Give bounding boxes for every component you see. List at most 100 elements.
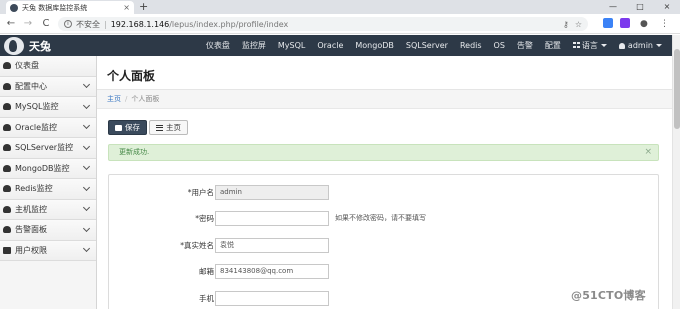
- nav-mongodb[interactable]: MongoDB: [349, 41, 400, 50]
- brand[interactable]: 天兔: [4, 35, 51, 56]
- alert-message: 更新成功.: [119, 148, 150, 156]
- dashboard-icon: [3, 185, 11, 193]
- dashboard-icon: [3, 123, 11, 131]
- window-close-button[interactable]: ×: [654, 0, 680, 14]
- nav-config[interactable]: 配置: [539, 40, 567, 51]
- new-tab-button[interactable]: +: [139, 0, 148, 14]
- chevron-down-icon: [82, 245, 91, 253]
- alert-close-icon[interactable]: ×: [644, 145, 652, 160]
- password-label: *密码: [195, 214, 214, 223]
- breadcrumb-home-link[interactable]: 主页: [107, 95, 121, 103]
- page-scrollbar[interactable]: [672, 35, 680, 309]
- dashboard-icon: [3, 103, 11, 111]
- sidebar-item-config-center[interactable]: 配置中心: [0, 76, 96, 97]
- watermark: @51CTO博客: [571, 289, 646, 302]
- home-button[interactable]: 主页: [149, 120, 188, 135]
- reload-button[interactable]: C: [39, 17, 53, 31]
- language-label: 语言: [581, 41, 598, 50]
- sidebar-item-dashboard[interactable]: 仪表盘: [0, 56, 96, 77]
- sidebar-item-host[interactable]: 主机监控: [0, 199, 96, 220]
- forward-button[interactable]: →: [21, 17, 35, 31]
- chevron-down-icon: [82, 224, 91, 232]
- nav-monitor-screen[interactable]: 监控屏: [236, 40, 272, 51]
- username-field[interactable]: admin: [215, 185, 329, 200]
- success-alert: 更新成功. ×: [108, 144, 659, 161]
- dashboard-icon: [3, 144, 11, 152]
- nav-dashboard[interactable]: 仪表盘: [200, 40, 236, 51]
- address-bar[interactable]: i 不安全 | 192.168.1.146 /lepus/index.php/p…: [58, 17, 588, 31]
- profile-avatar-icon[interactable]: ●: [640, 17, 648, 31]
- nav-sqlserver[interactable]: SQLServer: [400, 41, 454, 50]
- nav-redis[interactable]: Redis: [454, 41, 488, 50]
- sidebar-item-sqlserver[interactable]: SQLServer监控: [0, 138, 96, 159]
- key-icon[interactable]: ⚷: [563, 20, 569, 29]
- sidebar-item-label: 告警面板: [15, 225, 47, 235]
- url-path: /lepus/index.php/profile/index: [169, 19, 289, 29]
- nav-mysql[interactable]: MySQL: [272, 41, 311, 50]
- dashboard-icon: [3, 205, 11, 213]
- sidebar: 仪表盘 配置中心 MySQL监控 Oracle监控 SQLServer监控 Mo…: [0, 56, 97, 309]
- save-button-label: 保存: [125, 123, 140, 132]
- email-field[interactable]: 834143808@qq.com: [215, 264, 329, 279]
- language-menu[interactable]: 语言: [567, 40, 613, 51]
- dashboard-icon: [3, 226, 11, 234]
- chevron-down-icon: [82, 101, 91, 109]
- user-icon: [618, 42, 625, 49]
- sidebar-item-label: MongoDB监控: [15, 163, 70, 173]
- sidebar-item-oracle[interactable]: Oracle监控: [0, 117, 96, 138]
- nav-alarm[interactable]: 告警: [511, 40, 539, 51]
- form-row-realname: *真实姓名 袁悦: [109, 238, 658, 253]
- user-menu[interactable]: admin: [613, 41, 668, 50]
- save-button[interactable]: 保存: [108, 120, 147, 135]
- chevron-down-icon: [82, 183, 91, 191]
- extension-shield-icon[interactable]: [620, 18, 630, 28]
- info-icon[interactable]: i: [64, 20, 72, 28]
- realname-field[interactable]: 袁悦: [215, 238, 329, 253]
- app-navbar: 天兔 仪表盘 监控屏 MySQL Oracle MongoDB SQLServe…: [0, 35, 672, 56]
- window-maximize-button[interactable]: □: [627, 0, 653, 14]
- chevron-down-icon: [82, 122, 91, 130]
- url-host: 192.168.1.146: [110, 19, 170, 29]
- save-icon: [115, 124, 122, 131]
- sidebar-item-redis[interactable]: Redis监控: [0, 179, 96, 200]
- sidebar-item-label: 仪表盘: [15, 61, 39, 71]
- form-row-username: *用户名 admin: [109, 185, 658, 200]
- user-name: admin: [627, 41, 653, 50]
- password-help-text: 如果不修改密码，请不要填写: [335, 214, 426, 222]
- chevron-down-icon: [82, 142, 91, 150]
- nav-oracle[interactable]: Oracle: [311, 41, 349, 50]
- mobile-field[interactable]: [215, 291, 329, 306]
- chevron-down-icon: [82, 204, 91, 212]
- scrollbar-thumb[interactable]: [674, 49, 680, 129]
- favicon-icon: [10, 3, 18, 12]
- rabbit-logo-icon: [4, 36, 24, 55]
- brand-name: 天兔: [29, 39, 51, 53]
- breadcrumb-separator: /: [125, 95, 128, 103]
- extension-icon[interactable]: [603, 18, 613, 28]
- tab-title: 天兔 数据库监控系统: [22, 3, 88, 12]
- dashboard-icon: [3, 82, 11, 90]
- browser-menu-icon[interactable]: ⋮: [660, 17, 669, 31]
- sidebar-item-label: Oracle监控: [15, 122, 58, 132]
- sidebar-item-mysql[interactable]: MySQL监控: [0, 97, 96, 118]
- sidebar-item-alarm-panel[interactable]: 告警面板: [0, 220, 96, 241]
- password-field[interactable]: [215, 211, 329, 226]
- chevron-down-icon: [82, 163, 91, 171]
- sidebar-item-label: SQLServer监控: [15, 143, 74, 153]
- tab-close-icon[interactable]: ×: [123, 3, 130, 12]
- browser-tab[interactable]: 天兔 数据库监控系统 ×: [6, 1, 134, 14]
- email-label: 邮箱: [199, 267, 214, 276]
- sidebar-item-mongodb[interactable]: MongoDB监控: [0, 158, 96, 179]
- dashboard-icon: [3, 164, 11, 172]
- breadcrumb: 主页 / 个人面板: [97, 90, 672, 109]
- back-button[interactable]: ←: [4, 17, 18, 31]
- form-row-password: *密码 如果不修改密码，请不要填写: [109, 211, 658, 226]
- breadcrumb-current: 个人面板: [131, 95, 160, 103]
- nav-os[interactable]: OS: [488, 41, 511, 50]
- sidebar-item-label: 配置中心: [15, 81, 47, 91]
- sidebar-item-label: 主机监控: [15, 204, 47, 214]
- sidebar-item-user-permissions[interactable]: 用户权限: [0, 240, 96, 261]
- window-minimize-button[interactable]: —: [600, 0, 626, 14]
- sidebar-item-label: MySQL监控: [15, 102, 59, 112]
- bookmark-star-icon[interactable]: ☆: [575, 20, 582, 29]
